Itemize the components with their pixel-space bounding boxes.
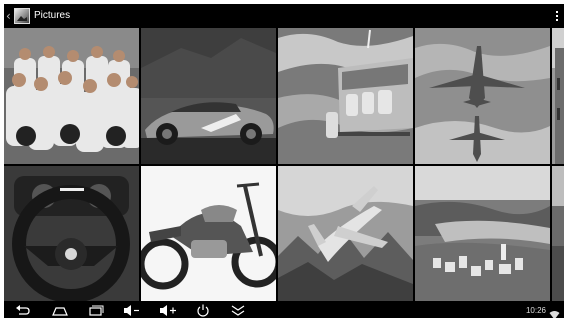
fighter-jets-thumbnail <box>415 28 550 164</box>
home-icon[interactable] <box>51 303 69 318</box>
collapse-icon[interactable] <box>229 303 247 318</box>
navigation-bar: 10:26 <box>4 303 564 318</box>
action-bar: ‹ Pictures <box>4 4 564 28</box>
church-thumbnail <box>552 28 564 164</box>
app-title: Pictures <box>34 10 71 21</box>
skydivers-thumbnail <box>278 28 413 164</box>
photo-motorcycle[interactable] <box>141 166 276 301</box>
back-icon[interactable] <box>14 303 32 318</box>
status-clock: 10:26 <box>525 306 546 315</box>
photo-grid <box>4 28 564 301</box>
photo-skydivers[interactable] <box>278 28 413 164</box>
photo-church[interactable] <box>552 28 564 164</box>
steering-wheel-thumbnail <box>4 166 139 301</box>
photo-fighter-jets[interactable] <box>415 28 550 164</box>
volume-up-icon[interactable] <box>157 303 179 318</box>
photo-airliner[interactable] <box>278 166 413 301</box>
wifi-icon <box>549 305 560 318</box>
landscape-thumbnail <box>552 166 564 301</box>
airliner-thumbnail <box>278 166 413 301</box>
screenshot-frame: ‹ Pictures 10:26 <box>0 0 568 322</box>
recent-apps-icon[interactable] <box>87 303 105 318</box>
river-town-thumbnail <box>415 166 550 301</box>
photo-landscape[interactable] <box>552 166 564 301</box>
photo-river-town[interactable] <box>415 166 550 301</box>
astronauts-thumbnail <box>4 28 139 164</box>
photo-astronauts[interactable] <box>4 28 139 164</box>
overflow-menu-icon[interactable] <box>554 9 560 23</box>
volume-down-icon[interactable] <box>121 303 143 318</box>
device-screen: ‹ Pictures 10:26 <box>4 4 564 318</box>
motorcycle-thumbnail <box>141 166 276 301</box>
gallery-icon[interactable] <box>14 8 30 24</box>
photo-sports-car[interactable] <box>141 28 276 164</box>
power-icon[interactable] <box>194 303 212 318</box>
photo-steering-wheel[interactable] <box>4 166 139 301</box>
sports-car-thumbnail <box>141 28 276 164</box>
back-caret-icon[interactable]: ‹ <box>6 9 14 23</box>
